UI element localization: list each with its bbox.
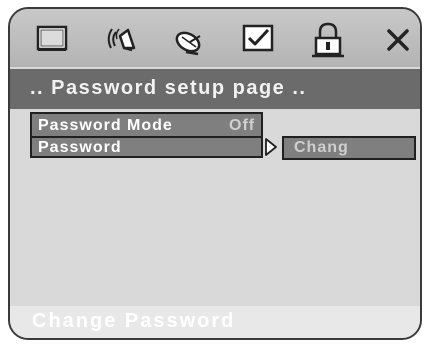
- menu-item-label: Password Mode: [38, 117, 173, 134]
- monitor-icon[interactable]: [30, 18, 74, 62]
- submenu-arrow-icon: [265, 138, 277, 156]
- submenu-option-change[interactable]: Chang: [282, 136, 416, 160]
- menu-item-label: Password: [38, 139, 122, 156]
- icon-toolbar: [10, 9, 420, 67]
- menu-item-value: Off: [229, 117, 256, 134]
- submenu-option-label: Chang: [294, 139, 349, 156]
- osd-panel: .. Password setup page .. Password Mode …: [8, 7, 422, 340]
- lock-icon[interactable]: [306, 18, 350, 62]
- page-title: .. Password setup page ..: [30, 77, 307, 99]
- satellite-dish-icon[interactable]: [168, 18, 212, 62]
- status-text: Change Password: [32, 310, 236, 332]
- checkbox-icon[interactable]: [236, 18, 280, 62]
- speaker-icon[interactable]: [102, 18, 146, 62]
- status-bar: Change Password: [10, 306, 420, 338]
- close-icon[interactable]: [376, 18, 420, 62]
- menu-item-password[interactable]: Password: [32, 136, 261, 158]
- menu-item-password-mode[interactable]: Password Mode Off: [32, 116, 261, 136]
- password-menu: Password Mode Off Password: [30, 112, 263, 158]
- page-title-bar: .. Password setup page ..: [10, 69, 420, 109]
